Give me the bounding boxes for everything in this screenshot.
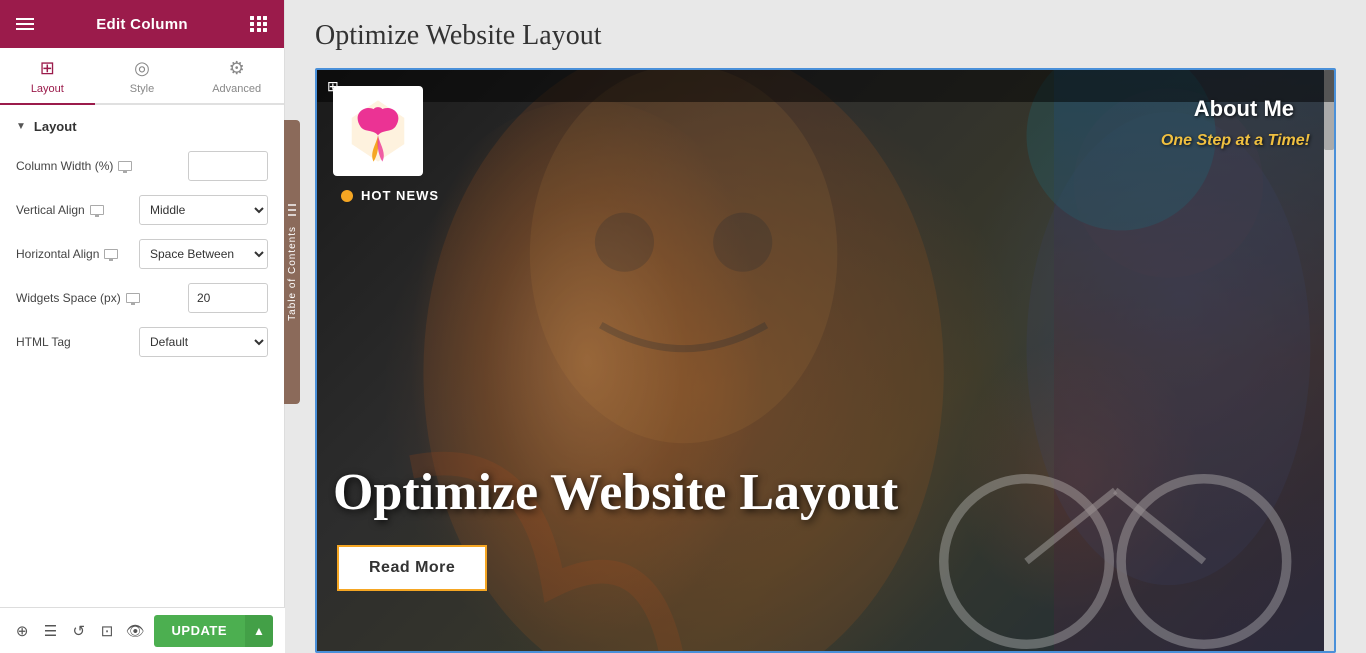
canvas-area: ⊞ xyxy=(315,68,1336,653)
canvas-top-bar: ⊞ xyxy=(317,70,1334,102)
style-tab-icon: ◎ xyxy=(134,58,150,79)
layout-section-header[interactable]: ▼ Layout xyxy=(0,105,284,144)
responsive-icon-4 xyxy=(126,293,140,303)
horizontal-align-row: Horizontal Align Left Center Right Space… xyxy=(0,232,284,276)
toc-tab[interactable]: Table of Contents xyxy=(284,120,300,404)
panel-content: ▼ Layout Column Width (%) Vertical Align… xyxy=(0,105,284,610)
responsive-icon xyxy=(118,161,132,171)
eye-icon[interactable]: 👁 xyxy=(125,617,145,645)
html-tag-row: HTML Tag Default div section article xyxy=(0,320,284,364)
panel-tabs: ⊞ Layout ◎ Style ⚙ Advanced xyxy=(0,48,284,105)
tab-layout[interactable]: ⊞ Layout xyxy=(0,48,95,105)
hamburger-icon[interactable] xyxy=(16,18,34,30)
grid-icon[interactable] xyxy=(250,16,268,32)
layout-section-label: Layout xyxy=(34,119,77,134)
tab-advanced[interactable]: ⚙ Advanced xyxy=(189,48,284,103)
panel-title: Edit Column xyxy=(96,16,188,33)
hero-title: Optimize Website Layout xyxy=(333,464,1318,521)
page-title: Optimize Website Layout xyxy=(315,20,1336,52)
html-tag-select[interactable]: Default div section article xyxy=(139,327,268,357)
toc-label: Table of Contents xyxy=(287,226,298,321)
bottom-toolbar: ⊕ ☰ ↺ ⊡ 👁 UPDATE ▲ xyxy=(0,607,285,653)
layers-icon[interactable]: ⊕ xyxy=(12,617,32,645)
about-me-text: About Me xyxy=(1194,96,1294,122)
one-step-text: One Step at a Time! xyxy=(1161,132,1310,150)
hot-dot xyxy=(341,190,353,202)
advanced-tab-icon: ⚙ xyxy=(229,58,245,79)
column-width-input[interactable] xyxy=(188,151,268,181)
column-width-row: Column Width (%) xyxy=(0,144,284,188)
widgets-space-row: Widgets Space (px) xyxy=(0,276,284,320)
main-content: Optimize Website Layout ⊞ xyxy=(285,0,1366,653)
update-button[interactable]: UPDATE xyxy=(154,615,245,647)
section-arrow: ▼ xyxy=(16,121,26,132)
vertical-align-label: Vertical Align xyxy=(16,203,131,217)
logo-svg xyxy=(343,96,413,166)
widgets-space-input[interactable] xyxy=(188,283,268,313)
widgets-space-label: Widgets Space (px) xyxy=(16,291,180,305)
responsive-icon-2 xyxy=(90,205,104,215)
hot-news-label: HOT NEWS xyxy=(361,188,439,203)
vertical-align-select[interactable]: Top Middle Bottom xyxy=(139,195,268,225)
layout-tab-icon: ⊞ xyxy=(40,58,55,79)
responsive-icon-3 xyxy=(104,249,118,259)
scrollbar-track xyxy=(1324,70,1334,651)
vertical-align-row: Vertical Align Top Middle Bottom xyxy=(0,188,284,232)
horizontal-align-select[interactable]: Left Center Right Space Between Space Ar… xyxy=(139,239,268,269)
read-more-button[interactable]: Read More xyxy=(337,545,487,591)
tab-advanced-label: Advanced xyxy=(212,83,261,95)
hot-news-badge: HOT NEWS xyxy=(341,188,439,203)
update-caret-button[interactable]: ▲ xyxy=(245,615,273,647)
update-btn-wrap: UPDATE ▲ xyxy=(154,615,273,647)
tab-style-label: Style xyxy=(130,83,154,95)
tab-layout-label: Layout xyxy=(31,83,64,95)
history-icon[interactable]: ☰ xyxy=(40,617,60,645)
undo-icon[interactable]: ↺ xyxy=(69,617,89,645)
html-tag-label: HTML Tag xyxy=(16,335,131,349)
toc-lines xyxy=(288,204,296,216)
edit-column-panel: Edit Column ⊞ Layout ◎ Style ⚙ Advanced … xyxy=(0,0,285,653)
panel-header: Edit Column xyxy=(0,0,284,48)
logo-box xyxy=(333,86,423,176)
column-width-label: Column Width (%) xyxy=(16,159,180,173)
copy-icon[interactable]: ⊡ xyxy=(97,617,117,645)
tab-style[interactable]: ◎ Style xyxy=(95,48,190,103)
horizontal-align-label: Horizontal Align xyxy=(16,247,131,261)
